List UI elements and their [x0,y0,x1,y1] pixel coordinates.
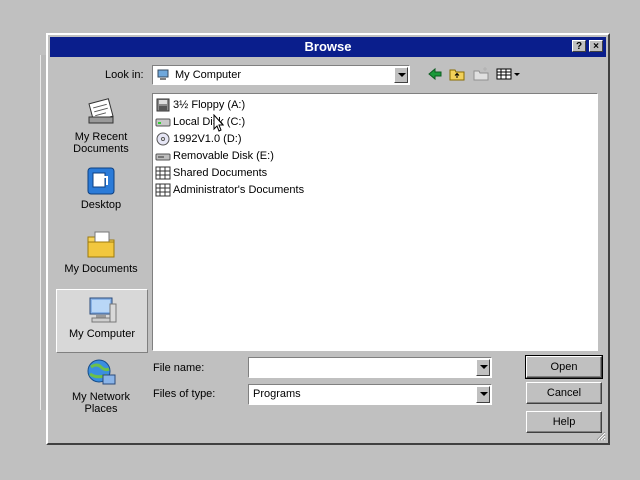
place-label: My Recent Documents [73,131,129,155]
file-list[interactable]: 3½ Floppy (A:) Local Disk (C:) 1992V1.0 … [152,93,598,351]
look-in-combo[interactable]: My Computer [152,65,410,85]
floppy-drive-icon [155,98,171,112]
places-bar: My Recent Documents Desktop My Documents… [56,93,148,415]
my-documents-icon [85,229,117,261]
back-icon[interactable] [426,66,444,82]
place-my-computer[interactable]: My Computer [56,289,148,353]
desktop-icon [85,165,117,197]
chevron-down-icon[interactable] [394,67,408,83]
resize-grip-icon[interactable] [594,429,606,441]
place-label: My Computer [68,328,136,340]
browse-dialog: Browse ? × Look in: My Computer My Recen… [46,33,610,445]
list-item[interactable]: 1992V1.0 (D:) [155,132,241,149]
cancel-button[interactable]: Cancel [526,382,602,404]
list-item[interactable]: Administrator's Documents [155,183,304,200]
title-bar[interactable]: Browse ? × [50,37,606,57]
files-of-type-value: Programs [253,388,301,400]
cd-drive-icon [155,132,171,146]
files-of-type-combo[interactable]: Programs [248,384,492,405]
place-label: My Documents [64,263,138,275]
place-my-network-places[interactable]: My Network Places [56,357,146,415]
file-name-combo[interactable] [248,357,492,378]
recent-documents-icon [85,97,117,129]
place-label: My Network Places [71,391,131,415]
chevron-down-icon[interactable] [476,386,490,403]
shared-folder-icon [155,166,171,180]
my-computer-small-icon [157,69,169,81]
new-folder-icon[interactable] [472,66,490,82]
network-places-icon [85,357,117,389]
list-item[interactable]: Local Disk (C:) [155,115,245,132]
place-my-recent-documents[interactable]: My Recent Documents [56,97,146,155]
my-computer-icon [86,294,118,326]
mouse-pointer-icon [213,113,225,132]
look-in-label: Look in: [105,69,144,81]
user-folder-icon [155,183,171,197]
hard-disk-icon [155,115,171,129]
files-of-type-label: Files of type: [153,388,216,400]
help-button[interactable]: Help [526,411,602,433]
look-in-value: My Computer [175,69,242,81]
place-label: Desktop [80,199,122,211]
dialog-title: Browse [304,39,352,54]
help-title-button[interactable]: ? [572,40,586,52]
views-menu-icon[interactable] [496,66,522,82]
place-my-documents[interactable]: My Documents [56,229,146,275]
chevron-down-icon[interactable] [476,359,490,376]
list-item[interactable]: Removable Disk (E:) [155,149,274,166]
list-item[interactable]: 3½ Floppy (A:) [155,98,245,115]
up-folder-icon[interactable] [448,66,466,82]
place-desktop[interactable]: Desktop [56,165,146,211]
close-title-button[interactable]: × [589,40,603,52]
removable-disk-icon [155,149,171,163]
file-name-label: File name: [153,362,205,374]
open-button[interactable]: Open [525,355,603,379]
list-item[interactable]: Shared Documents [155,166,267,183]
